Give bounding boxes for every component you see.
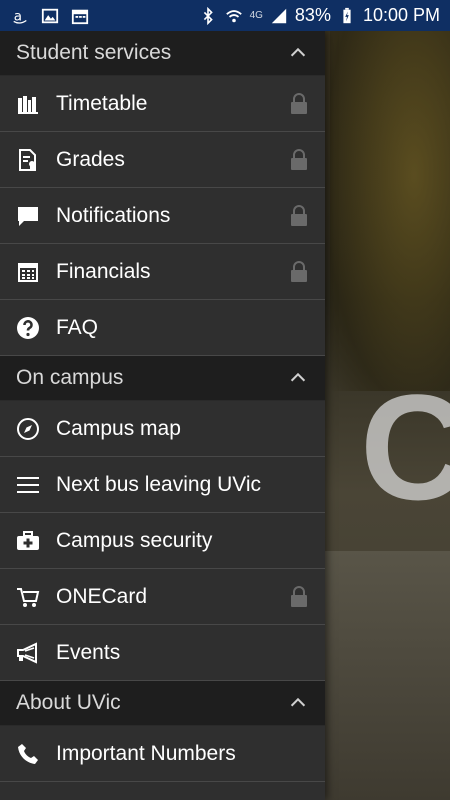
section-header-about-uvic[interactable]: About UVic	[0, 681, 325, 726]
menu-item-events[interactable]: Events	[0, 625, 325, 681]
menu-item-label: Important Numbers	[56, 741, 236, 765]
menu-item-label: Timetable	[56, 91, 148, 115]
phone-icon	[16, 742, 40, 766]
system-status: 4G 83% 10:00 PM	[198, 5, 440, 26]
wifi-icon	[224, 6, 244, 26]
menu-item-financials[interactable]: Financials	[0, 244, 325, 300]
menu-item-campus-security[interactable]: Campus security	[0, 513, 325, 569]
menu-item-next-bus[interactable]: Next bus leaving UVic	[0, 457, 325, 513]
chevron-up-icon	[290, 372, 306, 382]
network-type: 4G	[249, 10, 263, 21]
notification-icons: a	[10, 6, 90, 26]
menu-item-label: Notifications	[56, 203, 171, 227]
battery-percent: 83%	[294, 5, 331, 25]
menu-item-onecard[interactable]: ONECard	[0, 569, 325, 625]
menu-item-campus-map[interactable]: Campus map	[0, 401, 325, 457]
menu-item-label: Grades	[56, 147, 125, 171]
menu-item-label: Next bus leaving UVic	[56, 472, 262, 496]
lock-icon	[291, 585, 307, 607]
chevron-up-icon	[290, 47, 306, 57]
menu-item-label: Financials	[56, 259, 151, 283]
calculator-icon	[16, 260, 40, 284]
lock-icon	[291, 148, 307, 170]
clock: 10:00 PM	[362, 5, 440, 25]
chevron-up-icon	[290, 697, 306, 707]
lock-icon	[291, 260, 307, 282]
compass-icon	[16, 417, 40, 441]
amazon-icon: a	[10, 6, 30, 26]
lock-icon	[291, 204, 307, 226]
menu-item-important-numbers[interactable]: Important Numbers	[0, 726, 325, 782]
menu-item-label: Events	[56, 640, 121, 664]
battery-charging-icon	[337, 6, 357, 26]
help-icon	[16, 316, 40, 340]
menu-item-timetable[interactable]: Timetable	[0, 76, 325, 132]
menu-item-label: Campus map	[56, 416, 181, 440]
menu-item-label: ONECard	[56, 584, 148, 608]
grades-icon	[16, 148, 40, 172]
timetable-icon	[16, 92, 40, 116]
calendar-icon	[70, 6, 90, 26]
status-bar: a 4G 83% 10:00 PM	[0, 0, 450, 31]
cart-icon	[16, 585, 40, 609]
navigation-drawer: Student services Timetable Grades Notifi…	[0, 31, 325, 800]
section-title: About UVic	[16, 691, 121, 714]
menu-item-faq[interactable]: FAQ	[0, 300, 325, 356]
bluetooth-icon	[198, 6, 218, 26]
menu-item-label: FAQ	[56, 315, 99, 339]
menu-item-notifications[interactable]: Notifications	[0, 188, 325, 244]
section-title: On campus	[16, 366, 124, 389]
first-aid-kit-icon	[16, 529, 40, 553]
menu-item-label: Campus security	[56, 528, 213, 552]
signal-icon	[269, 6, 289, 26]
section-header-on-campus[interactable]: On campus	[0, 356, 325, 401]
image-icon	[40, 6, 60, 26]
lock-icon	[291, 92, 307, 114]
section-header-student-services[interactable]: Student services	[0, 31, 325, 76]
background-tree	[330, 31, 450, 391]
chat-bubble-icon	[16, 204, 40, 228]
megaphone-icon	[16, 641, 40, 665]
menu-lines-icon	[16, 473, 40, 497]
section-title: Student services	[16, 41, 172, 64]
background-ground	[325, 551, 450, 800]
menu-item-grades[interactable]: Grades	[0, 132, 325, 188]
background-logo-letter: C	[360, 363, 450, 531]
